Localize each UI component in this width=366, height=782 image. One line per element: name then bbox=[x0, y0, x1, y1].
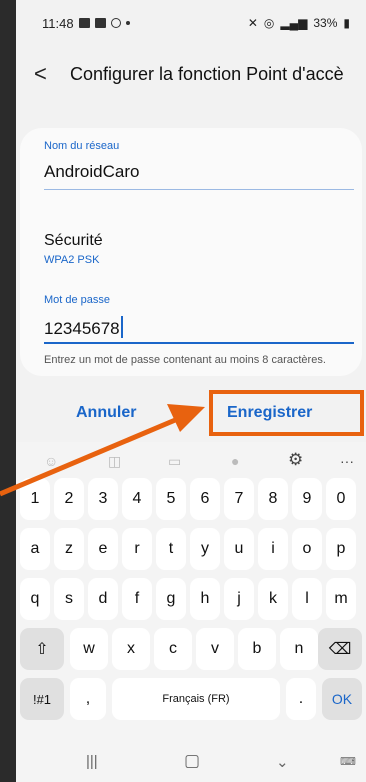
save-button-highlight bbox=[209, 390, 364, 436]
key-t[interactable]: t bbox=[156, 528, 186, 570]
signal-icon: ▂▄▆ bbox=[280, 16, 308, 30]
key-v[interactable]: v bbox=[196, 628, 234, 670]
key-c[interactable]: c bbox=[154, 628, 192, 670]
key-z[interactable]: z bbox=[54, 528, 84, 570]
key-u[interactable]: u bbox=[224, 528, 254, 570]
battery-icon: ▮ bbox=[343, 16, 350, 30]
text-cursor bbox=[120, 316, 123, 338]
key-f[interactable]: f bbox=[122, 578, 152, 620]
key-n[interactable]: n bbox=[280, 628, 318, 670]
sticker-icon[interactable]: ◫ bbox=[108, 453, 121, 470]
key-2[interactable]: 2 bbox=[54, 478, 84, 520]
key-h[interactable]: h bbox=[190, 578, 220, 620]
symbols-key[interactable]: !#1 bbox=[20, 678, 64, 720]
key-k[interactable]: k bbox=[258, 578, 288, 620]
ok-key[interactable]: OK bbox=[322, 678, 362, 720]
keyboard-switch-icon[interactable]: ⌨ bbox=[340, 755, 356, 768]
gif-icon[interactable]: ▭ bbox=[168, 453, 181, 470]
keyboard-toolbar: ☺ ◫ ▭ ● ⚙ ··· bbox=[16, 446, 366, 480]
key-r[interactable]: r bbox=[122, 528, 152, 570]
password-text: 12345678 bbox=[44, 319, 120, 338]
navigation-bar: ||| ▢ ⌄ ⌨ bbox=[16, 742, 366, 782]
security-label[interactable]: Sécurité bbox=[44, 232, 103, 250]
settings-gear-icon[interactable]: ⚙ bbox=[288, 450, 303, 470]
key-a[interactable]: a bbox=[20, 528, 50, 570]
mute-icon: ✕ bbox=[247, 16, 258, 30]
back-arrow-icon[interactable]: < bbox=[34, 61, 60, 87]
network-name-label: Nom du réseau bbox=[44, 140, 120, 152]
key-0[interactable]: 0 bbox=[326, 478, 356, 520]
security-value[interactable]: WPA2 PSK bbox=[44, 254, 99, 266]
emoji-icon[interactable]: ☺ bbox=[44, 453, 58, 469]
password-hint: Entrez un mot de passe contenant au moin… bbox=[44, 354, 326, 366]
status-time: 11:48 bbox=[42, 15, 74, 31]
home-icon[interactable]: ▢ bbox=[184, 751, 200, 771]
hide-keyboard-icon[interactable]: ⌄ bbox=[276, 753, 289, 771]
backspace-key[interactable]: ⌫ bbox=[318, 628, 362, 670]
key-o[interactable]: o bbox=[292, 528, 322, 570]
key-q[interactable]: q bbox=[20, 578, 50, 620]
key-p[interactable]: p bbox=[326, 528, 356, 570]
key-e[interactable]: e bbox=[88, 528, 118, 570]
battery-percent: 33% bbox=[313, 16, 338, 30]
key-s[interactable]: s bbox=[54, 578, 84, 620]
password-input[interactable]: 12345678 bbox=[44, 316, 123, 339]
page-header: < Configurer la fonction Point d'accè bbox=[16, 54, 366, 94]
recent-apps-icon[interactable]: ||| bbox=[86, 753, 98, 770]
key-x[interactable]: x bbox=[112, 628, 150, 670]
key-m[interactable]: m bbox=[326, 578, 356, 620]
key-b[interactable]: b bbox=[238, 628, 276, 670]
shift-key[interactable]: ⇧ bbox=[20, 628, 64, 670]
key-8[interactable]: 8 bbox=[258, 478, 288, 520]
key-4[interactable]: 4 bbox=[122, 478, 152, 520]
key-y[interactable]: y bbox=[190, 528, 220, 570]
space-key[interactable]: Français (FR) bbox=[112, 678, 280, 720]
shift-icon: ⇧ bbox=[35, 641, 49, 658]
image-icon bbox=[94, 18, 106, 28]
hotspot-icon: ◎ bbox=[263, 16, 275, 30]
status-bar: 11:48 ✕ ◎ ▂▄▆ 33% ▮ bbox=[16, 0, 366, 46]
network-name-underline bbox=[44, 189, 354, 190]
key-w[interactable]: w bbox=[70, 628, 108, 670]
dnd-icon bbox=[110, 18, 121, 28]
key-i[interactable]: i bbox=[258, 528, 288, 570]
more-icon[interactable]: ··· bbox=[340, 453, 354, 469]
key-l[interactable]: l bbox=[292, 578, 322, 620]
gallery-icon bbox=[78, 18, 90, 28]
network-name-input[interactable]: AndroidCaro bbox=[44, 162, 139, 182]
notification-dot-icon bbox=[125, 21, 130, 25]
password-label: Mot de passe bbox=[44, 294, 111, 306]
key-1[interactable]: 1 bbox=[20, 478, 50, 520]
keyboard: ☺ ◫ ▭ ● ⚙ ··· 1234567890 azertyuiop qsdf… bbox=[16, 442, 366, 742]
microphone-icon[interactable]: ● bbox=[231, 453, 239, 469]
key-6[interactable]: 6 bbox=[190, 478, 220, 520]
comma-key[interactable]: , bbox=[70, 678, 106, 720]
key-5[interactable]: 5 bbox=[156, 478, 186, 520]
cancel-button[interactable]: Annuler bbox=[76, 404, 136, 422]
page-title: Configurer la fonction Point d'accè bbox=[70, 63, 344, 84]
key-g[interactable]: g bbox=[156, 578, 186, 620]
key-d[interactable]: d bbox=[88, 578, 118, 620]
key-7[interactable]: 7 bbox=[224, 478, 254, 520]
key-3[interactable]: 3 bbox=[88, 478, 118, 520]
hotspot-form: Nom du réseau AndroidCaro Sécurité WPA2 … bbox=[20, 128, 362, 376]
period-key[interactable]: . bbox=[286, 678, 316, 720]
key-9[interactable]: 9 bbox=[292, 478, 322, 520]
backspace-icon: ⌫ bbox=[328, 641, 352, 658]
password-underline bbox=[44, 342, 354, 344]
key-j[interactable]: j bbox=[224, 578, 254, 620]
